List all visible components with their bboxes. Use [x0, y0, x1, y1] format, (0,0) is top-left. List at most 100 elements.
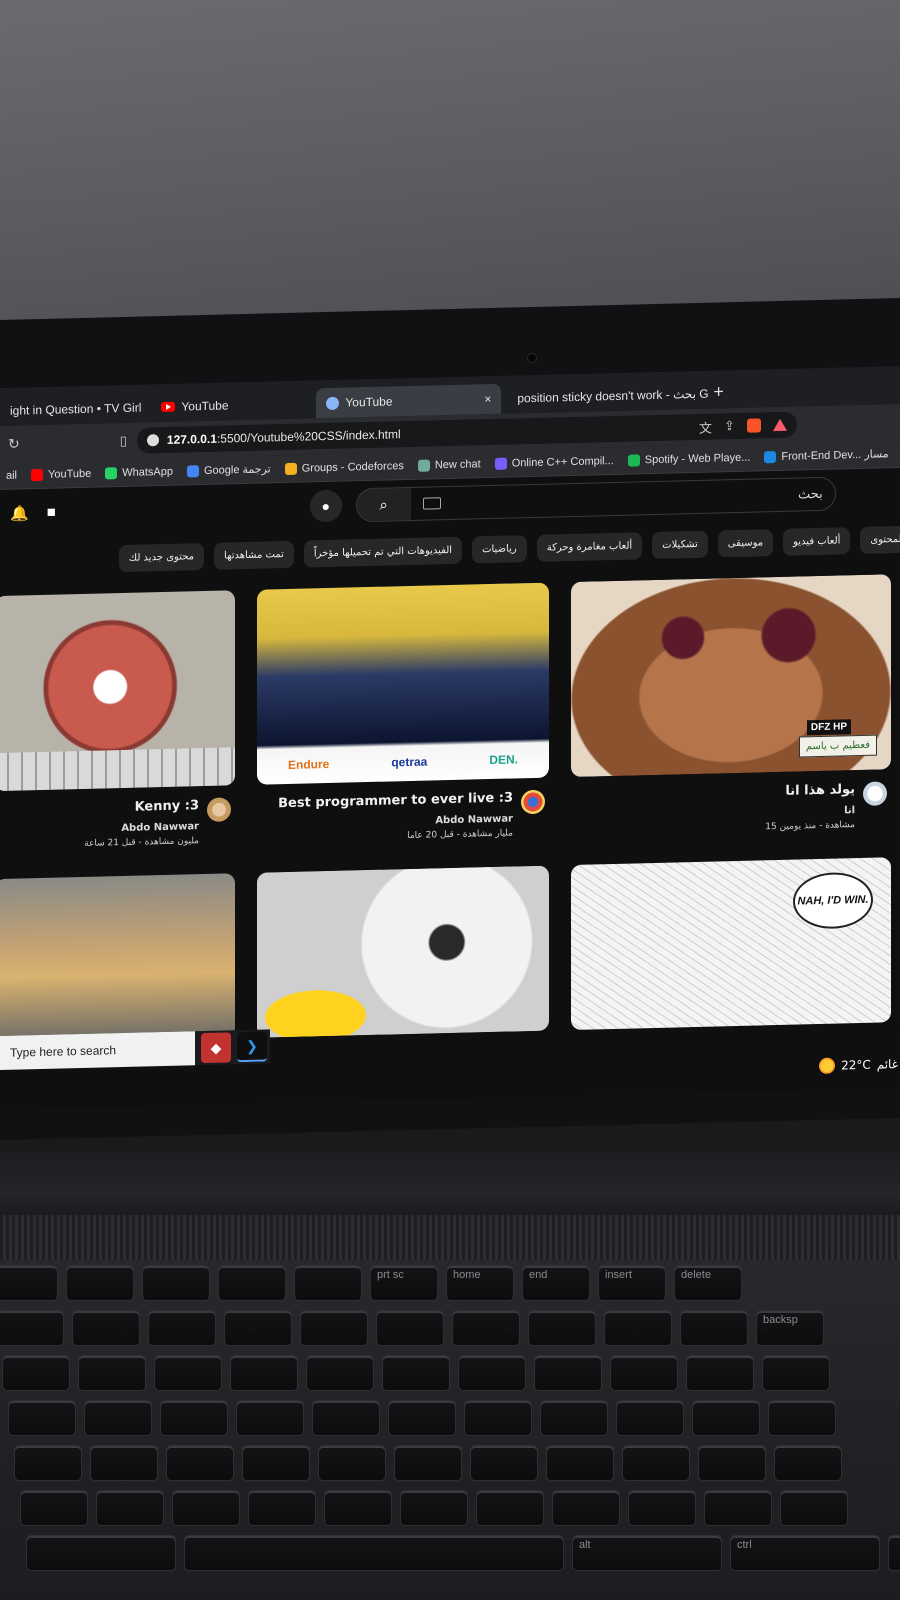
sponsor-logo: DEN. — [489, 752, 518, 768]
keyboard-key — [476, 1490, 544, 1526]
tab-youtube[interactable]: YouTube — [151, 388, 316, 422]
category-chip[interactable]: تشكيلات — [652, 530, 708, 560]
globe-icon — [326, 396, 340, 410]
bookmark-item[interactable]: Google ترجمة — [187, 462, 271, 477]
tab-google-search[interactable]: position sticky doesn't work - بحث G — [501, 379, 708, 414]
tab-label: YouTube — [181, 398, 229, 414]
share-icon[interactable]: ⇪ — [724, 418, 735, 434]
search-input[interactable] — [448, 486, 823, 511]
channel-avatar[interactable] — [207, 797, 231, 822]
keyboard-key — [0, 1310, 64, 1346]
keyboard-key — [528, 1310, 596, 1346]
video-title[interactable]: Best programmer to ever live :3 — [257, 790, 513, 811]
keyboard-icon[interactable] — [422, 497, 441, 510]
close-tab-icon[interactable]: × — [484, 392, 491, 406]
weather-text: غائم — [876, 1057, 898, 1072]
keyboard-key — [704, 1490, 772, 1526]
brave-shield-icon[interactable] — [746, 418, 761, 433]
keyboard: prt sc home end insert delete backsp alt ctrl — [0, 1265, 900, 1580]
keyboard-key — [306, 1355, 374, 1391]
sponsor-logo: qetraa — [391, 754, 428, 770]
category-chip[interactable]: ألعاب مغامرة وحركة — [536, 532, 643, 562]
video-thumbnail[interactable] — [0, 590, 235, 792]
keyboard-key — [154, 1355, 222, 1391]
keyboard-key — [166, 1445, 234, 1481]
bookmark-item[interactable]: WhatsApp — [105, 465, 173, 479]
video-thumbnail[interactable] — [257, 865, 549, 1038]
bookmark-item[interactable]: Spotify - Web Playe... — [627, 451, 750, 467]
video-title[interactable]: يولد هذا انا — [571, 782, 855, 804]
bookmark-icon[interactable]: ▯ — [120, 433, 127, 449]
video-stats: 15 مشاهدة - منذ يومين — [765, 820, 855, 833]
keyboard-key — [762, 1355, 830, 1391]
video-card[interactable]: NAH, I'D WIN. — [571, 857, 891, 1031]
video-thumbnail[interactable]: NAH, I'D WIN. — [571, 857, 891, 1031]
search-icon: ⌕ — [379, 496, 388, 514]
channel-avatar[interactable] — [863, 781, 887, 806]
bookmark-item[interactable]: Front-End Dev... مسار — [764, 447, 889, 463]
keyboard-key — [312, 1400, 380, 1436]
video-card[interactable]: Kenny :3 Abdo Nawwar مليون مشاهدة - قبل … — [0, 590, 235, 851]
keyboard-key — [768, 1400, 836, 1436]
keyboard-key — [160, 1400, 228, 1436]
video-thumbnail[interactable]: Endure qetraa DEN. — [257, 582, 549, 785]
tab-youtube-active[interactable]: YouTube × — [316, 383, 502, 419]
keyboard-key — [622, 1445, 690, 1481]
channel-name[interactable]: Abdo Nawwar — [257, 813, 513, 830]
weather-icon[interactable] — [819, 1057, 836, 1074]
category-chip[interactable]: موسيقى — [717, 529, 774, 558]
translate-icon[interactable]: 文 — [699, 417, 712, 436]
keyboard-key — [184, 1535, 564, 1571]
search-button[interactable]: ⌕ — [356, 487, 411, 522]
create-video-icon[interactable]: ■ — [47, 504, 56, 522]
youtube-icon — [161, 401, 176, 413]
new-tab-button[interactable]: + — [701, 381, 736, 409]
video-card[interactable]: Endure qetraa DEN. Best programmer to ev… — [257, 582, 549, 845]
temperature[interactable]: 22°C — [841, 1058, 871, 1073]
taskbar-search-label: Type here to search — [10, 1043, 117, 1060]
category-chip[interactable]: الفيديوهات التي تم تحميلها مؤخراً — [303, 536, 463, 568]
bookmark-favicon-icon — [105, 466, 118, 479]
video-card[interactable] — [0, 873, 235, 1045]
keyboard-key — [780, 1490, 848, 1526]
bookmark-favicon-icon — [494, 457, 507, 470]
bookmark-item[interactable]: YouTube — [31, 467, 91, 481]
category-chip[interactable]: كل المحتوى — [860, 525, 900, 554]
url-host: 127.0.0.1 — [166, 431, 217, 447]
reload-icon[interactable]: ↻ — [8, 435, 20, 452]
category-chip[interactable]: تمت مشاهدتها — [214, 540, 294, 570]
vscode-icon[interactable]: ❯ — [237, 1031, 267, 1063]
taskbar-search[interactable]: Type here to search — [0, 1031, 195, 1070]
voice-search-button[interactable]: ● — [309, 489, 342, 523]
video-thumbnail[interactable] — [0, 873, 235, 1045]
bookmark-item[interactable]: Groups - Codeforces — [284, 460, 404, 475]
category-chip[interactable]: رياضيات — [472, 535, 527, 564]
video-card[interactable] — [257, 865, 549, 1038]
brave-rewards-icon[interactable] — [772, 418, 787, 432]
keyboard-key — [540, 1400, 608, 1436]
site-info-icon[interactable] — [146, 434, 159, 447]
keyboard-key — [394, 1445, 462, 1481]
bookmark-item[interactable]: ail — [6, 469, 17, 481]
category-chip[interactable]: ألعاب فيديو — [783, 527, 851, 556]
keyboard-key: backsp — [756, 1310, 824, 1346]
bookmark-item[interactable]: New chat — [417, 458, 481, 472]
channel-avatar[interactable] — [521, 789, 545, 815]
video-card[interactable]: DFZ HP فعطيم ب ياسم يولد هذا انا انا 15 … — [571, 574, 891, 837]
category-chip[interactable]: محتوى جديد لك — [118, 543, 205, 573]
video-title[interactable]: Kenny :3 — [0, 798, 199, 818]
bookmark-label: Front-End Dev... مسار — [781, 448, 889, 463]
video-stats: مليار مشاهدة - قبل 20 عاما — [407, 828, 513, 842]
keyboard-key — [452, 1310, 520, 1346]
channel-name[interactable]: Abdo Nawwar — [0, 821, 199, 837]
tab-tv-girl[interactable]: ight in Question • TV Girl — [0, 392, 151, 426]
video-thumbnail[interactable]: DFZ HP فعطيم ب ياسم — [571, 574, 891, 778]
keyboard-key — [318, 1445, 386, 1481]
keyboard-key — [224, 1310, 292, 1346]
taskbar-app-icon[interactable]: ◆ — [201, 1032, 231, 1064]
bookmark-item[interactable]: Online C++ Compil... — [494, 454, 614, 470]
bookmark-label: Online C++ Compil... — [511, 454, 614, 469]
speaker-grille — [0, 1215, 900, 1260]
notifications-icon[interactable]: 🔔 — [10, 504, 29, 522]
keyboard-key: ctrl — [730, 1535, 880, 1571]
